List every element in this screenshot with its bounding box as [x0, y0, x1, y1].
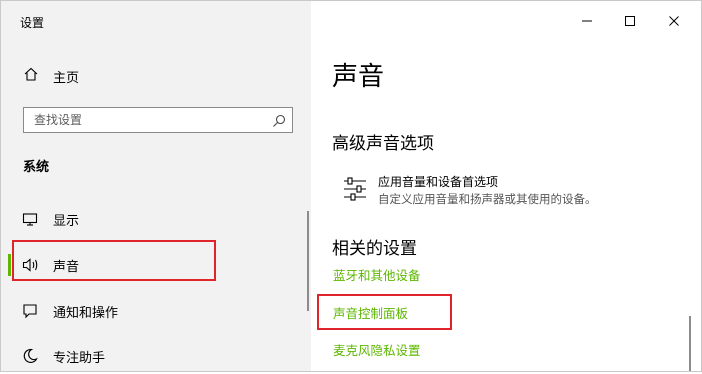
sidebar-item-label: 专注助手 [53, 351, 106, 366]
sidebar-item-display[interactable]: 显示 [2, 201, 302, 237]
close-icon [668, 12, 680, 31]
maximize-icon [624, 12, 636, 31]
page-title: 声音 [332, 62, 385, 92]
option-description: 自定义应用音量和扬声器或其使用的设备。 [378, 192, 597, 206]
related-settings-heading: 相关的设置 [332, 239, 417, 259]
sidebar-item-focus-assist[interactable]: 专注助手 [2, 338, 302, 374]
search-input[interactable] [24, 108, 270, 132]
sidebar-item-label: 声音 [53, 260, 80, 275]
minimize-button[interactable] [577, 11, 597, 31]
main-scrollbar[interactable] [689, 316, 691, 371]
bluetooth-devices-link[interactable]: 蓝牙和其他设备 [333, 265, 421, 284]
minimize-icon [581, 12, 593, 31]
home-link[interactable]: 主页 [23, 66, 79, 86]
monitor-icon [22, 211, 38, 227]
sidebar-item-label: 显示 [53, 214, 80, 229]
section-title: 系统 [23, 160, 50, 175]
sliders-icon [343, 176, 367, 202]
speaker-icon [22, 257, 38, 273]
sound-control-panel-link[interactable]: 声音控制面板 [333, 303, 408, 322]
microphone-privacy-link[interactable]: 麦克风隐私设置 [333, 340, 421, 359]
home-label: 主页 [53, 70, 80, 86]
search-icon[interactable] [272, 113, 286, 127]
close-button[interactable] [664, 11, 684, 31]
sidebar-item-notifications[interactable]: 通知和操作 [2, 293, 302, 329]
sidebar: 设置 主页 系统 显示 声音 通知和操作 专注助手 [1, 1, 311, 371]
app-volume-option[interactable]: 应用音量和设备首选项 自定义应用音量和扬声器或其使用的设备。 [343, 173, 643, 209]
option-title: 应用音量和设备首选项 [378, 175, 499, 189]
home-icon [23, 66, 39, 86]
window-title: 设置 [20, 16, 45, 30]
notification-icon [22, 303, 38, 319]
search-box[interactable] [23, 107, 293, 133]
sidebar-scrollbar[interactable] [307, 211, 309, 311]
main-content: 声音 高级声音选项 应用音量和设备首选项 自定义应用音量和扬声器或其使用的设备。… [311, 1, 701, 371]
advanced-heading: 高级声音选项 [332, 134, 434, 154]
sidebar-item-label: 通知和操作 [53, 306, 119, 321]
sidebar-item-sound[interactable]: 声音 [2, 247, 302, 283]
maximize-button[interactable] [620, 11, 640, 31]
moon-icon [22, 348, 38, 364]
